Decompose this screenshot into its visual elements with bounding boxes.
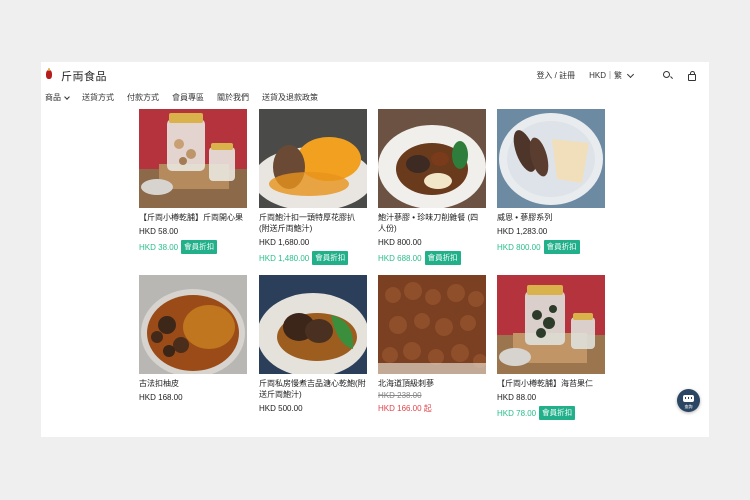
member-discount-badge: 會員折扣	[543, 240, 580, 254]
product-name[interactable]: 北海道頂級刺蔘	[378, 378, 486, 389]
product-image[interactable]	[139, 275, 247, 374]
product-name[interactable]: 斤両私房慢煮吉品溏心乾鮑(附送斤両鮑汁)	[259, 378, 367, 400]
login-link[interactable]: 登入 / 註冊	[536, 70, 575, 81]
member-price-row: HKD 78.00 會員折扣	[497, 406, 605, 420]
nav-item-products[interactable]: 商品	[45, 92, 70, 103]
product-price: HKD 1,680.00	[259, 238, 310, 247]
brand-name[interactable]: 斤両食品	[61, 68, 107, 84]
member-price: HKD 800.00	[497, 242, 541, 252]
currency-selector[interactable]: HKD｜繁	[589, 70, 635, 81]
product-image[interactable]	[139, 109, 247, 208]
nav-item-payment[interactable]: 付款方式	[127, 92, 159, 103]
member-price-row: HKD 688.00 會員折扣	[378, 251, 486, 265]
member-discount-badge: 會員折扣	[424, 251, 461, 265]
nav-item-policy[interactable]: 送貨及退款政策	[262, 92, 318, 103]
nav-item-label: 商品	[45, 93, 61, 102]
cart-icon[interactable]	[687, 70, 697, 81]
main-nav: 商品 送貨方式 付款方式 會員專區 關於我們 送貨及退款政策	[45, 92, 331, 103]
product-name[interactable]: 鮑汁蔘膠 • 珍味刀削雜餐 (四人份)	[378, 212, 486, 234]
product-card[interactable]: 鮑汁蔘膠 • 珍味刀削雜餐 (四人份) HKD 800.00 HKD 688.0…	[378, 109, 486, 265]
chat-label: 查詢	[684, 404, 693, 409]
product-price: HKD 88.00	[497, 393, 537, 402]
product-price: HKD 58.00	[139, 227, 179, 236]
product-card[interactable]: 【斤両小樽乾脯】斤両開心果 HKD 58.00 HKD 38.00 會員折扣	[139, 109, 247, 254]
product-card[interactable]: 斤両私房慢煮吉品溏心乾鮑(附送斤両鮑汁) HKD 500.00	[259, 275, 367, 414]
member-discount-badge: 會員折扣	[312, 251, 349, 265]
product-name[interactable]: 【斤両小樽乾脯】斤両開心果	[139, 212, 247, 223]
member-price-row: HKD 800.00 會員折扣	[497, 240, 605, 254]
original-price: HKD 238.00	[378, 391, 422, 400]
chat-dots	[685, 397, 692, 399]
nav-item-delivery[interactable]: 送貨方式	[82, 92, 114, 103]
product-image[interactable]	[259, 109, 367, 208]
member-price: HKD 688.00	[378, 253, 422, 263]
sale-price: HKD 166.00 起	[378, 404, 432, 413]
nav-item-member[interactable]: 會員專區	[172, 92, 204, 103]
product-name[interactable]: 古法扣柚皮	[139, 378, 247, 389]
product-image[interactable]	[259, 275, 367, 374]
member-price: HKD 1,480.00	[259, 253, 310, 263]
search-icon[interactable]	[663, 70, 673, 81]
product-image[interactable]	[497, 109, 605, 208]
product-image[interactable]	[378, 275, 486, 374]
nav-item-about[interactable]: 關於我們	[217, 92, 249, 103]
product-price: HKD 168.00	[139, 393, 183, 402]
product-image[interactable]	[497, 275, 605, 374]
member-price-row: HKD 38.00 會員折扣	[139, 240, 247, 254]
product-name[interactable]: 威恩 • 蔘膠系列	[497, 212, 605, 223]
member-price: HKD 38.00	[139, 242, 179, 252]
product-card[interactable]: 威恩 • 蔘膠系列 HKD 1,283.00 HKD 800.00 會員折扣	[497, 109, 605, 254]
member-price: HKD 78.00	[497, 408, 537, 418]
product-image[interactable]	[378, 109, 486, 208]
product-name[interactable]: 【斤両小樽乾脯】海苔果仁	[497, 378, 605, 389]
chevron-down-icon	[64, 93, 70, 100]
logo-icon[interactable]	[46, 68, 52, 79]
member-discount-badge: 會員折扣	[539, 406, 576, 420]
product-card[interactable]: 斤両鮑汁扣一頭特厚花膠扒 (附送斤両鮑汁) HKD 1,680.00 HKD 1…	[259, 109, 367, 265]
product-name[interactable]: 斤両鮑汁扣一頭特厚花膠扒 (附送斤両鮑汁)	[259, 212, 367, 234]
currency-label: HKD｜繁	[589, 71, 622, 80]
site-header: 斤両食品 登入 / 註冊 HKD｜繁	[41, 62, 709, 88]
product-price: HKD 1,283.00	[497, 227, 548, 236]
member-discount-badge: 會員折扣	[181, 240, 218, 254]
product-price: HKD 800.00	[378, 238, 422, 247]
product-price: HKD 500.00	[259, 404, 303, 413]
chat-button[interactable]: 查詢	[677, 389, 700, 412]
page-container: 斤両食品 登入 / 註冊 HKD｜繁 商品 送貨方式 付款方式 會員專區 關於我…	[41, 62, 709, 437]
product-card[interactable]: 古法扣柚皮 HKD 168.00	[139, 275, 247, 403]
product-card[interactable]: 【斤両小樽乾脯】海苔果仁 HKD 88.00 HKD 78.00 會員折扣	[497, 275, 605, 420]
header-actions: 登入 / 註冊 HKD｜繁	[536, 70, 697, 81]
member-price-row: HKD 1,480.00 會員折扣	[259, 251, 367, 265]
chevron-down-icon	[626, 70, 635, 78]
product-card[interactable]: 北海道頂級刺蔘 HKD 238.00 HKD 166.00 起	[378, 275, 486, 414]
